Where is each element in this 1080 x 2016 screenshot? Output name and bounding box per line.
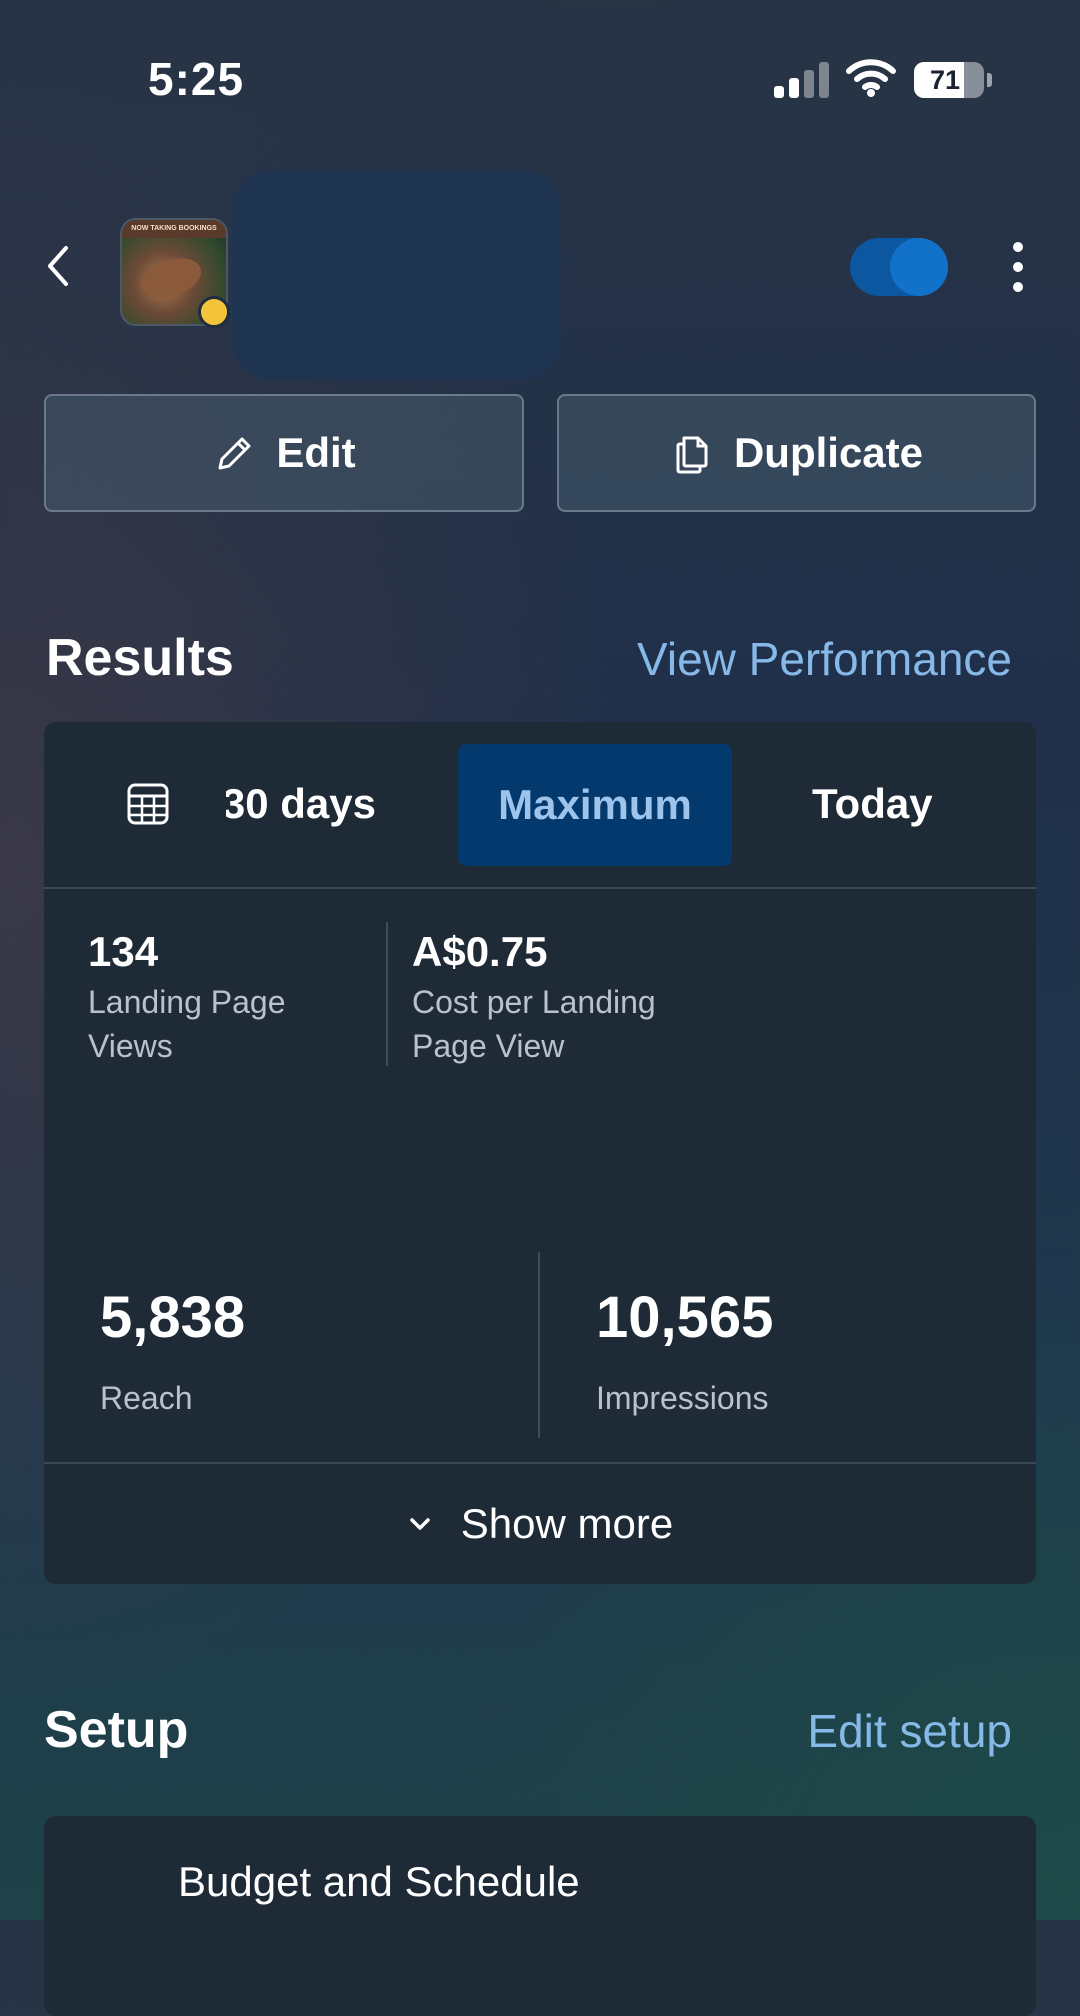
battery-icon: 71 [914,62,992,98]
cost-per-landing-page-view-label: Cost per Landing Page View [412,984,656,1064]
duplicate-icon [676,436,708,474]
metric-divider [538,1252,540,1438]
landing-page-views-value: 134 [88,928,159,975]
setup-title: Setup [44,1701,189,1759]
ad-status-dot [198,296,230,328]
landing-page-views-label: Landing Page Views [88,984,286,1064]
budget-and-schedule-item[interactable]: Budget and Schedule [178,1858,580,1906]
reach-label: Reach [100,1380,193,1416]
results-title: Results [46,629,234,687]
more-options-icon[interactable] [1006,242,1030,292]
wifi-icon [846,58,896,98]
battery-level: 71 [929,65,961,95]
setup-card [44,1816,1036,2016]
impressions-label: Impressions [596,1380,769,1416]
cellular-signal-icon [774,62,830,98]
chevron-down-icon [410,1518,430,1530]
calendar-icon[interactable] [126,782,170,826]
tab-maximum[interactable]: Maximum [458,744,732,866]
back-chevron-icon[interactable] [40,240,76,292]
tab-30-days-label: 30 days [226,780,376,827]
duplicate-button[interactable]: Duplicate [557,394,1036,512]
impressions-value: 10,565 [596,1285,774,1350]
tab-maximum-label: Maximum [498,781,692,828]
show-more-button[interactable]: Show more [44,1464,1036,1584]
ad-active-toggle[interactable] [850,238,948,296]
tabs-divider [44,887,1036,889]
edit-label: Edit [276,429,356,476]
pencil-icon [218,437,251,470]
status-time: 5:25 [148,53,245,105]
show-more-label: Show more [460,1500,674,1547]
view-performance-link[interactable]: View Performance [637,632,1012,686]
redacted-ad-name [232,170,562,380]
cost-per-landing-page-view-value: A$0.75 [412,928,548,975]
edit-button[interactable]: Edit [44,394,524,512]
metric-divider [386,922,388,1066]
tab-today[interactable]: Today [812,772,933,836]
thumbnail-banner-text: NOW TAKING BOOKINGS [122,220,226,238]
tab-30-days[interactable]: 30 days [226,772,396,836]
edit-setup-link[interactable]: Edit setup [807,1704,1012,1758]
duplicate-label: Duplicate [733,429,924,476]
reach-value: 5,838 [100,1285,246,1350]
